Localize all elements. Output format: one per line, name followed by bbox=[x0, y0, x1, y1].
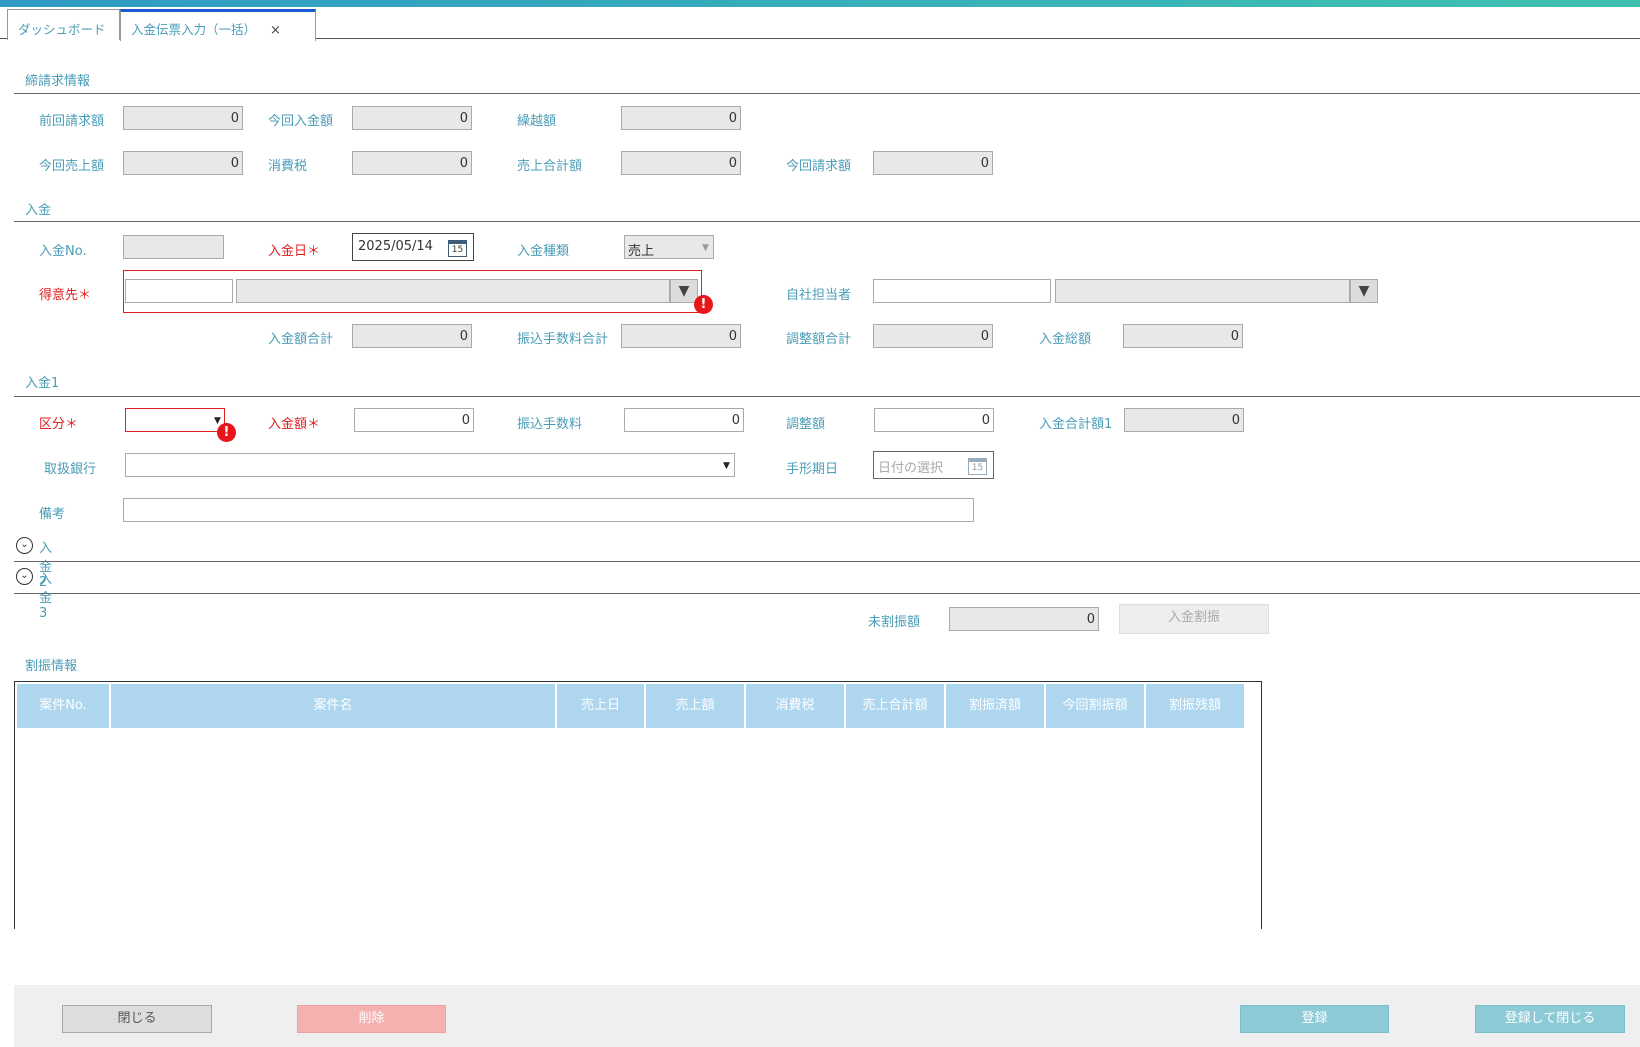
staff-label: 自社担当者 bbox=[786, 288, 852, 303]
staff-name-field bbox=[1055, 279, 1350, 303]
prev-billing-label: 前回請求額 bbox=[39, 114, 105, 129]
chevron-down-icon: ▼ bbox=[702, 243, 709, 253]
top-accent-bar bbox=[0, 0, 1640, 7]
amount-label: 入金額＊ bbox=[268, 417, 321, 432]
dropdown-arrow-icon: ▼ bbox=[678, 283, 690, 299]
carryover-label: 繰越額 bbox=[517, 114, 557, 129]
this-payment-label: 今回入金額 bbox=[268, 114, 334, 129]
unallocated-field: 0 bbox=[949, 607, 1099, 631]
payment-date-value: 2025/05/14 bbox=[358, 239, 433, 254]
section-payment-title: 入金 bbox=[25, 203, 52, 218]
payment-no-label: 入金No. bbox=[39, 244, 87, 259]
grid-header-allocated[interactable]: 割振済額 bbox=[946, 684, 1045, 728]
sales-total-label: 売上合計額 bbox=[517, 159, 583, 174]
grid-header-tax[interactable]: 消費税 bbox=[746, 684, 845, 728]
payment-type-label: 入金種類 bbox=[517, 244, 570, 259]
chevron-down-icon: ⌄ bbox=[16, 537, 33, 554]
register-button[interactable]: 登録 bbox=[1240, 1005, 1389, 1033]
fee-total-label: 振込手数料合計 bbox=[517, 332, 609, 347]
customer-code-input[interactable] bbox=[125, 279, 233, 303]
dropdown-arrow-icon: ▼ bbox=[1358, 283, 1370, 299]
customer-name-field bbox=[236, 279, 670, 303]
note-label: 備考 bbox=[39, 507, 66, 522]
amount-total-field: 0 bbox=[352, 324, 472, 348]
allocate-button[interactable]: 入金割振 bbox=[1119, 604, 1269, 634]
grid-header-case-name[interactable]: 案件名 bbox=[111, 684, 556, 728]
grid-header-sales-amount[interactable]: 売上額 bbox=[646, 684, 745, 728]
register-close-button[interactable]: 登録して閉じる bbox=[1475, 1005, 1625, 1033]
fee-input[interactable]: 0 bbox=[624, 408, 744, 432]
tab-payment-entry-label: 入金伝票入力（一括） bbox=[131, 22, 257, 37]
grid-header-this-allocation[interactable]: 今回割振額 bbox=[1046, 684, 1145, 728]
allocation-grid: 案件No. 案件名 売上日 売上額 消費税 売上合計額 割振済額 今回割振額 割… bbox=[14, 681, 1262, 929]
grand-total-field: 0 bbox=[1123, 324, 1243, 348]
this-billing-label: 今回請求額 bbox=[786, 159, 852, 174]
payment-date-label: 入金日＊ bbox=[268, 244, 321, 259]
fee-total-field: 0 bbox=[621, 324, 741, 348]
staff-code-input[interactable] bbox=[873, 279, 1051, 303]
subtotal-field: 0 bbox=[1124, 408, 1244, 432]
tax-field: 0 bbox=[352, 151, 472, 175]
tax-label: 消費税 bbox=[268, 159, 308, 174]
close-icon[interactable]: × bbox=[270, 23, 281, 38]
section-billing-title: 締請求情報 bbox=[25, 74, 91, 89]
bill-date-placeholder: 日付の選択 bbox=[878, 461, 944, 476]
grid-header-remaining[interactable]: 割振残額 bbox=[1146, 684, 1245, 728]
tab-payment-entry[interactable]: 入金伝票入力（一括） × bbox=[120, 9, 316, 41]
footer-bar: 閉じる 削除 登録 登録して閉じる bbox=[14, 985, 1640, 1047]
delete-button[interactable]: 削除 bbox=[297, 1005, 446, 1033]
fee-label: 振込手数料 bbox=[517, 417, 583, 432]
subtotal-label: 入金合計額1 bbox=[1039, 417, 1113, 432]
tab-dashboard-label: ダッシュボード bbox=[18, 22, 106, 37]
grid-header-case-no[interactable]: 案件No. bbox=[17, 684, 110, 728]
tab-bar: ダッシュボード 入金伝票入力（一括） × bbox=[0, 7, 1640, 41]
divider bbox=[14, 93, 1640, 94]
this-payment-field: 0 bbox=[352, 106, 472, 130]
tab-dashboard[interactable]: ダッシュボード bbox=[7, 9, 120, 40]
customer-dropdown-button[interactable]: ▼ bbox=[670, 279, 698, 303]
category-select[interactable] bbox=[125, 408, 225, 432]
error-icon: ! bbox=[694, 295, 713, 314]
calendar-icon[interactable]: 15 bbox=[968, 458, 987, 475]
chevron-down-icon: ⌄ bbox=[16, 568, 33, 585]
bank-select[interactable] bbox=[125, 453, 735, 477]
divider bbox=[14, 221, 1640, 222]
payment-type-value: 売上 bbox=[628, 244, 655, 259]
adjust-label: 調整額 bbox=[786, 417, 826, 432]
error-icon: ! bbox=[217, 423, 236, 442]
section-allocation-title: 割振情報 bbox=[25, 659, 78, 674]
bank-label: 取扱銀行 bbox=[44, 462, 97, 477]
section-payment1-title: 入金1 bbox=[25, 376, 60, 391]
divider bbox=[14, 396, 1640, 397]
amount-total-label: 入金額合計 bbox=[268, 332, 334, 347]
amount-input[interactable]: 0 bbox=[354, 408, 474, 432]
this-billing-field: 0 bbox=[873, 151, 993, 175]
category-label: 区分＊ bbox=[39, 417, 79, 432]
adjust-input[interactable]: 0 bbox=[874, 408, 994, 432]
adjust-total-field: 0 bbox=[873, 324, 993, 348]
customer-label: 得意先＊ bbox=[39, 288, 92, 303]
prev-billing-field: 0 bbox=[123, 106, 243, 130]
divider bbox=[14, 561, 1640, 562]
bill-date-label: 手形期日 bbox=[786, 462, 839, 477]
payment-no-field bbox=[123, 235, 224, 259]
adjust-total-label: 調整額合計 bbox=[786, 332, 852, 347]
staff-dropdown-button[interactable]: ▼ bbox=[1350, 279, 1378, 303]
grid-header-sales-date[interactable]: 売上日 bbox=[557, 684, 645, 728]
note-input[interactable] bbox=[123, 498, 974, 522]
divider bbox=[14, 593, 1640, 594]
close-button[interactable]: 閉じる bbox=[62, 1005, 212, 1033]
chevron-down-icon: ▼ bbox=[723, 461, 730, 471]
this-sales-label: 今回売上額 bbox=[39, 159, 105, 174]
payment3-title: 入金3 bbox=[39, 572, 53, 621]
carryover-field: 0 bbox=[621, 106, 741, 130]
calendar-icon[interactable]: 15 bbox=[448, 240, 467, 257]
grand-total-label: 入金総額 bbox=[1039, 332, 1092, 347]
grid-header-sales-total[interactable]: 売上合計額 bbox=[846, 684, 945, 728]
this-sales-field: 0 bbox=[123, 151, 243, 175]
payment-type-select[interactable]: 売上 bbox=[624, 235, 714, 259]
unallocated-label: 未割振額 bbox=[868, 615, 921, 630]
sales-total-field: 0 bbox=[621, 151, 741, 175]
